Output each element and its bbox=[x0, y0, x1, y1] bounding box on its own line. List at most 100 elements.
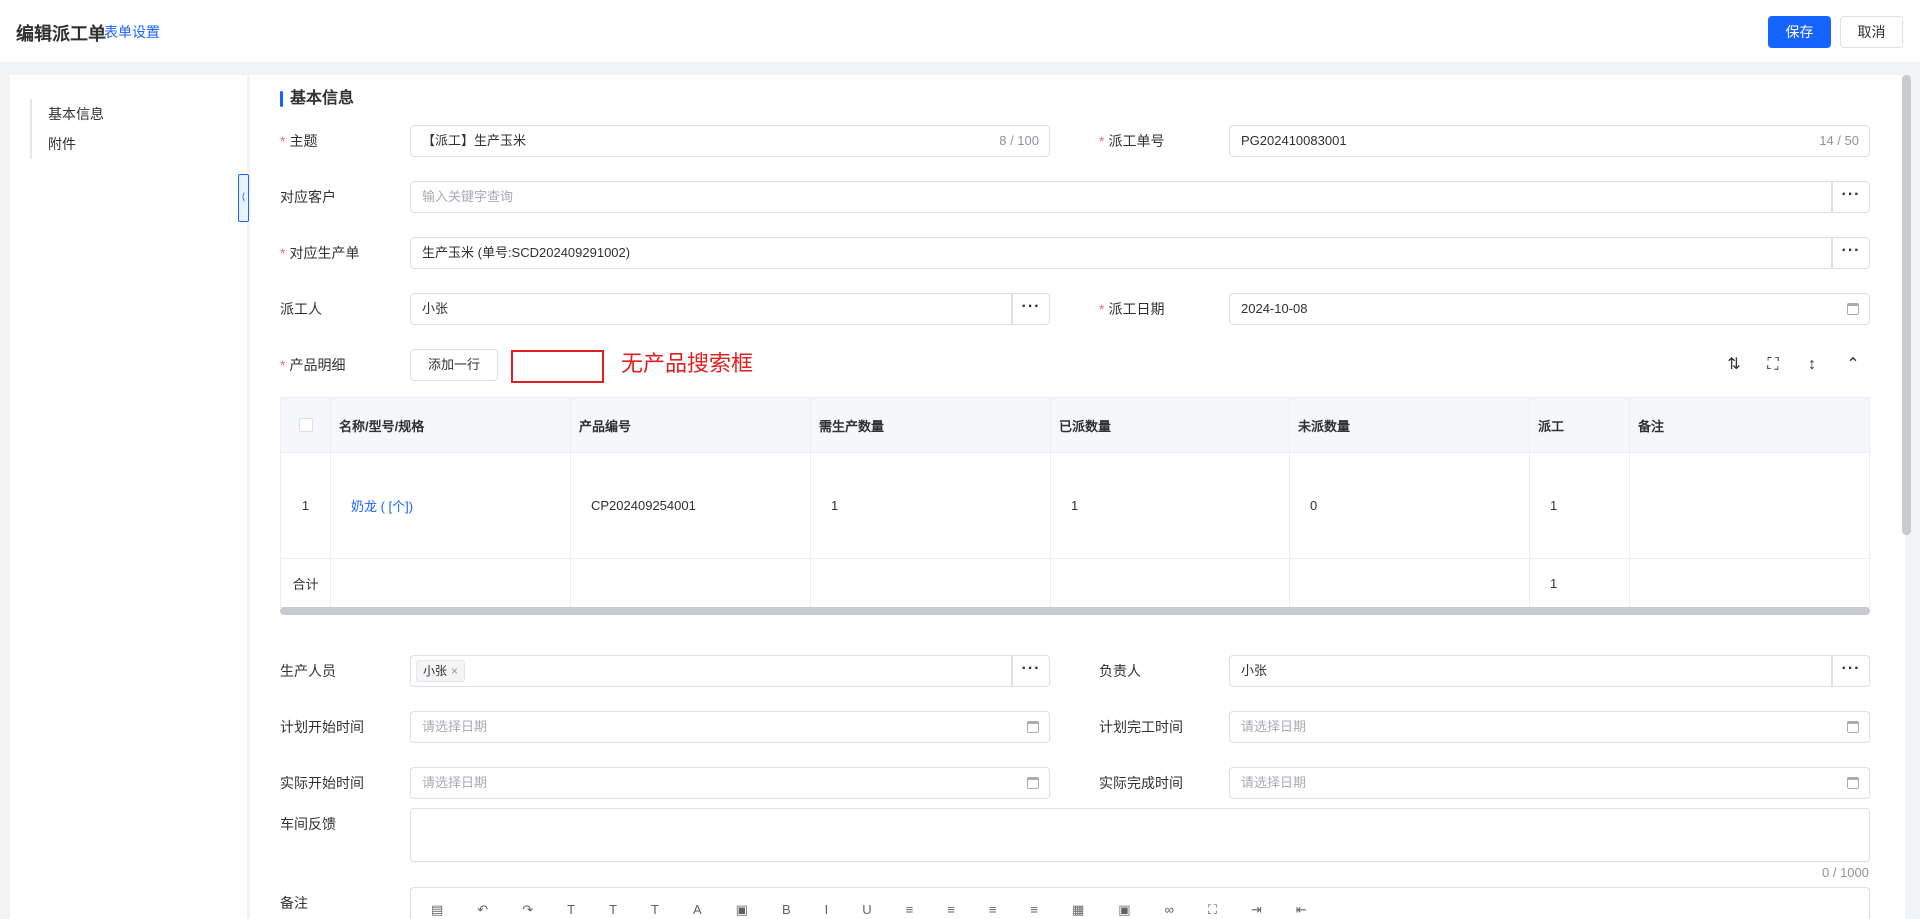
remark-label: 备注 bbox=[280, 895, 308, 911]
table-header-dispatched: 已派数量 bbox=[1051, 398, 1290, 452]
table-header-name: 名称/型号/规格 bbox=[331, 398, 571, 452]
summary-label: 合计 bbox=[281, 559, 331, 607]
form-settings-link[interactable]: 表单设置 bbox=[104, 22, 160, 42]
row-index: 1 bbox=[281, 453, 331, 558]
feedback-char-count: 0 / 1000 bbox=[1822, 865, 1869, 880]
expand-vertical-icon[interactable]: ↕ bbox=[1802, 355, 1822, 375]
customer-input[interactable]: 输入关键字查询 bbox=[410, 181, 1832, 213]
order-no-value: PG202410083001 bbox=[1241, 133, 1347, 148]
order-no-input[interactable]: PG202410083001 14 / 50 bbox=[1229, 125, 1870, 157]
sidebar: 基本信息 附件 bbox=[10, 75, 247, 919]
table-header-row: 名称/型号/规格 产品编号 需生产数量 已派数量 未派数量 派工 备注 bbox=[281, 398, 1869, 453]
top-bar: 编辑派工单 表单设置 保存 取消 bbox=[0, 0, 1920, 63]
sidebar-item-basic-info[interactable]: 基本信息 bbox=[48, 99, 104, 129]
customer-placeholder: 输入关键字查询 bbox=[422, 189, 514, 204]
page-vertical-scrollbar[interactable] bbox=[1902, 75, 1911, 535]
align-left-icon[interactable]: ≡ bbox=[906, 902, 914, 918]
table-header-code: 产品编号 bbox=[571, 398, 811, 452]
calendar-icon bbox=[1027, 777, 1039, 789]
required-mark: * bbox=[280, 357, 286, 373]
required-mark: * bbox=[280, 245, 286, 261]
dispatcher-label: 派工人 bbox=[280, 301, 322, 317]
feedback-textarea[interactable] bbox=[410, 808, 1870, 862]
dispatcher-input[interactable]: 小张 bbox=[410, 293, 1012, 325]
dispatch-date-input[interactable]: 2024-10-08 bbox=[1229, 293, 1870, 325]
italic-icon[interactable]: I bbox=[825, 902, 829, 918]
required-quantity[interactable]: 1 bbox=[811, 453, 1051, 558]
production-order-label: * 对应生产单 bbox=[280, 245, 360, 261]
subject-input[interactable]: 【派工】生产玉米 8 / 100 bbox=[410, 125, 1050, 157]
font-family-icon[interactable]: T bbox=[651, 902, 659, 918]
more-icon: ··· bbox=[1841, 660, 1861, 677]
font-color-icon[interactable]: A bbox=[693, 902, 702, 918]
production-staff-input[interactable]: 小张 × bbox=[410, 655, 1012, 687]
remark-rich-editor[interactable]: ▤ ↶ ↷ T T T A ▣ B I U ≡ ≡ ≡ ≡ ▦ ▣ ∞ ⛶ ⇥ … bbox=[410, 887, 1870, 919]
underline-icon[interactable]: U bbox=[862, 902, 871, 918]
production-staff-select-button[interactable]: ··· bbox=[1012, 655, 1050, 687]
subject-label: * 主题 bbox=[280, 133, 318, 149]
select-all-checkbox[interactable] bbox=[298, 418, 313, 432]
calendar-icon bbox=[1847, 777, 1859, 789]
background-color-icon[interactable]: ▣ bbox=[736, 902, 748, 918]
font-size-icon[interactable]: T bbox=[609, 902, 617, 918]
cancel-button[interactable]: 取消 bbox=[1840, 16, 1903, 48]
dispatcher-select-button[interactable]: ··· bbox=[1012, 293, 1050, 325]
chevron-left-icon: ⟨ bbox=[241, 192, 246, 203]
customer-select-button[interactable]: ··· bbox=[1832, 181, 1870, 213]
image-icon[interactable]: ▣ bbox=[1118, 902, 1130, 918]
staff-tag: 小张 × bbox=[416, 660, 466, 682]
subject-char-count: 8 / 100 bbox=[999, 133, 1039, 148]
product-name-link: 奶龙 ( [个]) bbox=[331, 453, 571, 558]
owner-input[interactable]: 小张 bbox=[1229, 655, 1832, 687]
production-order-input[interactable]: 生产玉米 (单号:SCD202409291002) bbox=[410, 237, 1832, 269]
sidebar-item-attachments[interactable]: 附件 bbox=[48, 129, 104, 159]
add-row-button[interactable]: 添加一行 bbox=[410, 349, 498, 381]
align-center-icon[interactable]: ≡ bbox=[947, 902, 955, 918]
plan-start-label: 计划开始时间 bbox=[280, 719, 364, 735]
tag-close-icon[interactable]: × bbox=[451, 664, 458, 678]
plan-end-input[interactable]: 请选择日期 bbox=[1229, 711, 1870, 743]
plan-end-label: 计划完工时间 bbox=[1099, 719, 1183, 735]
actual-start-input[interactable]: 请选择日期 bbox=[410, 767, 1050, 799]
justify-icon[interactable]: ≡ bbox=[1030, 902, 1038, 918]
table-header-remaining: 未派数量 bbox=[1290, 398, 1530, 452]
summary-dispatch-total: 1 bbox=[1530, 559, 1630, 607]
fullscreen-icon[interactable]: ⛶ bbox=[1208, 902, 1217, 918]
row-remark[interactable] bbox=[1630, 453, 1869, 558]
table-header-select bbox=[281, 398, 331, 452]
bold-icon[interactable]: B bbox=[782, 902, 791, 918]
undo-icon[interactable]: ↶ bbox=[477, 902, 488, 918]
dispatch-quantity[interactable]: 1 bbox=[1530, 453, 1630, 558]
chevron-up-icon[interactable]: ⌃ bbox=[1843, 355, 1863, 375]
sidebar-nav: 基本信息 附件 bbox=[30, 99, 104, 159]
calendar-icon bbox=[1847, 721, 1859, 733]
align-right-icon[interactable]: ≡ bbox=[989, 902, 997, 918]
actual-start-label: 实际开始时间 bbox=[280, 775, 364, 791]
outdent-icon[interactable]: ⇤ bbox=[1296, 902, 1307, 918]
actual-end-input[interactable]: 请选择日期 bbox=[1229, 767, 1870, 799]
calendar-icon bbox=[1847, 303, 1859, 315]
owner-select-button[interactable]: ··· bbox=[1832, 655, 1870, 687]
fullscreen-icon[interactable]: ⛶ bbox=[1763, 355, 1783, 375]
more-icon: ··· bbox=[1841, 242, 1861, 259]
table-icon[interactable]: ▦ bbox=[1072, 902, 1084, 918]
link-icon[interactable]: ∞ bbox=[1165, 902, 1174, 918]
indent-icon[interactable]: ⇥ bbox=[1251, 902, 1262, 918]
redo-icon[interactable]: ↷ bbox=[522, 902, 533, 918]
customer-label: 对应客户 bbox=[280, 189, 336, 205]
sidebar-collapse-handle[interactable]: ⟨ bbox=[238, 174, 249, 222]
main-form: 基本信息 * 主题 【派工】生产玉米 8 / 100 * 派工单号 PG202410… bbox=[250, 75, 1905, 919]
actual-end-label: 实际完成时间 bbox=[1099, 775, 1183, 791]
format-icon[interactable]: ▤ bbox=[431, 902, 443, 918]
plan-start-input[interactable]: 请选择日期 bbox=[410, 711, 1050, 743]
row-height-icon[interactable]: ⇅ bbox=[1724, 355, 1744, 375]
table-header-required: 需生产数量 bbox=[811, 398, 1051, 452]
product-table: 名称/型号/规格 产品编号 需生产数量 已派数量 未派数量 派工 备注 1 奶龙… bbox=[280, 397, 1870, 608]
annotation-box bbox=[511, 350, 604, 383]
table-horizontal-scrollbar[interactable] bbox=[280, 607, 1870, 615]
heading-icon[interactable]: T bbox=[567, 902, 575, 918]
save-button[interactable]: 保存 bbox=[1768, 16, 1831, 48]
subject-value: 【派工】生产玉米 bbox=[422, 133, 527, 148]
required-mark: * bbox=[1099, 133, 1105, 149]
production-order-select-button[interactable]: ··· bbox=[1832, 237, 1870, 269]
